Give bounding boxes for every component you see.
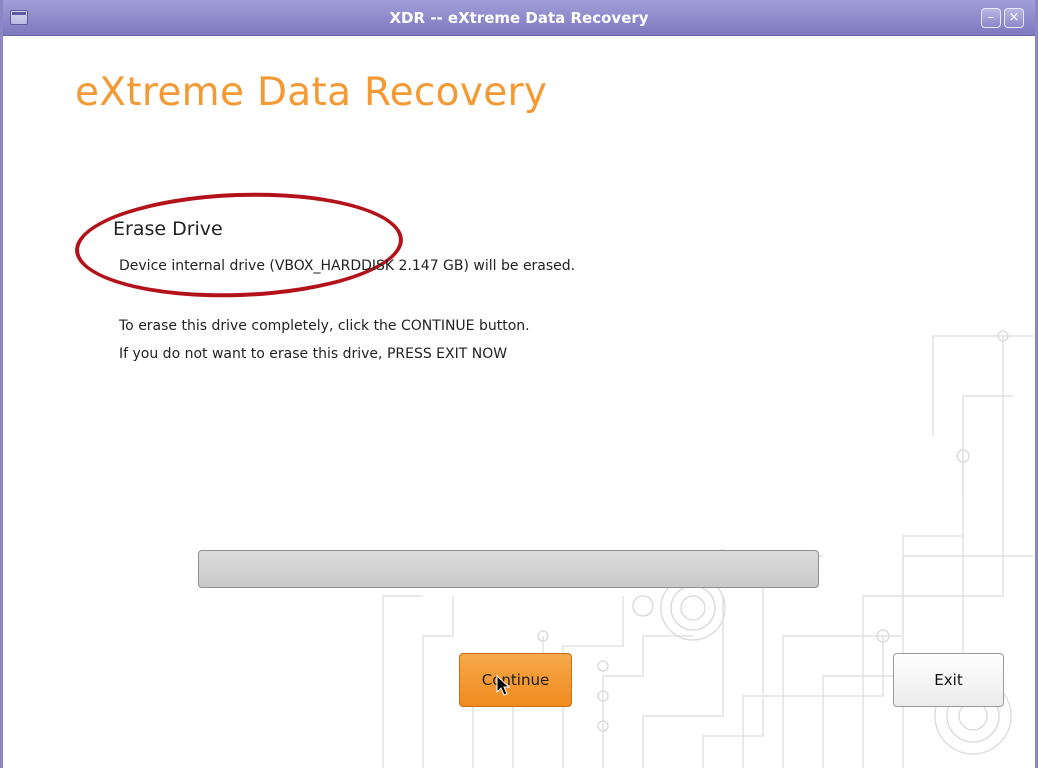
app-title: eXtreme Data Recovery: [75, 70, 548, 115]
mouse-cursor-icon: [496, 675, 510, 696]
instruction-continue: To erase this drive completely, click th…: [119, 318, 530, 334]
minimize-button[interactable]: –: [981, 8, 1001, 28]
instruction-exit: If you do not want to erase this drive, …: [119, 346, 508, 362]
title-bar[interactable]: XDR -- eXtreme Data Recovery – ×: [3, 0, 1035, 36]
close-button[interactable]: ×: [1004, 8, 1024, 28]
device-description: Device internal drive (VBOX_HARDDISK 2.1…: [119, 258, 576, 274]
erase-drive-heading: Erase Drive: [113, 218, 223, 240]
erase-progress-bar: [198, 550, 819, 588]
continue-button[interactable]: Continue: [459, 653, 572, 707]
application-window: XDR -- eXtreme Data Recovery – × eXtreme…: [0, 0, 1038, 768]
exit-button[interactable]: Exit: [893, 653, 1004, 707]
close-icon: ×: [1008, 10, 1020, 25]
minimize-icon: –: [987, 10, 995, 25]
window-title: XDR -- eXtreme Data Recovery: [389, 9, 649, 27]
